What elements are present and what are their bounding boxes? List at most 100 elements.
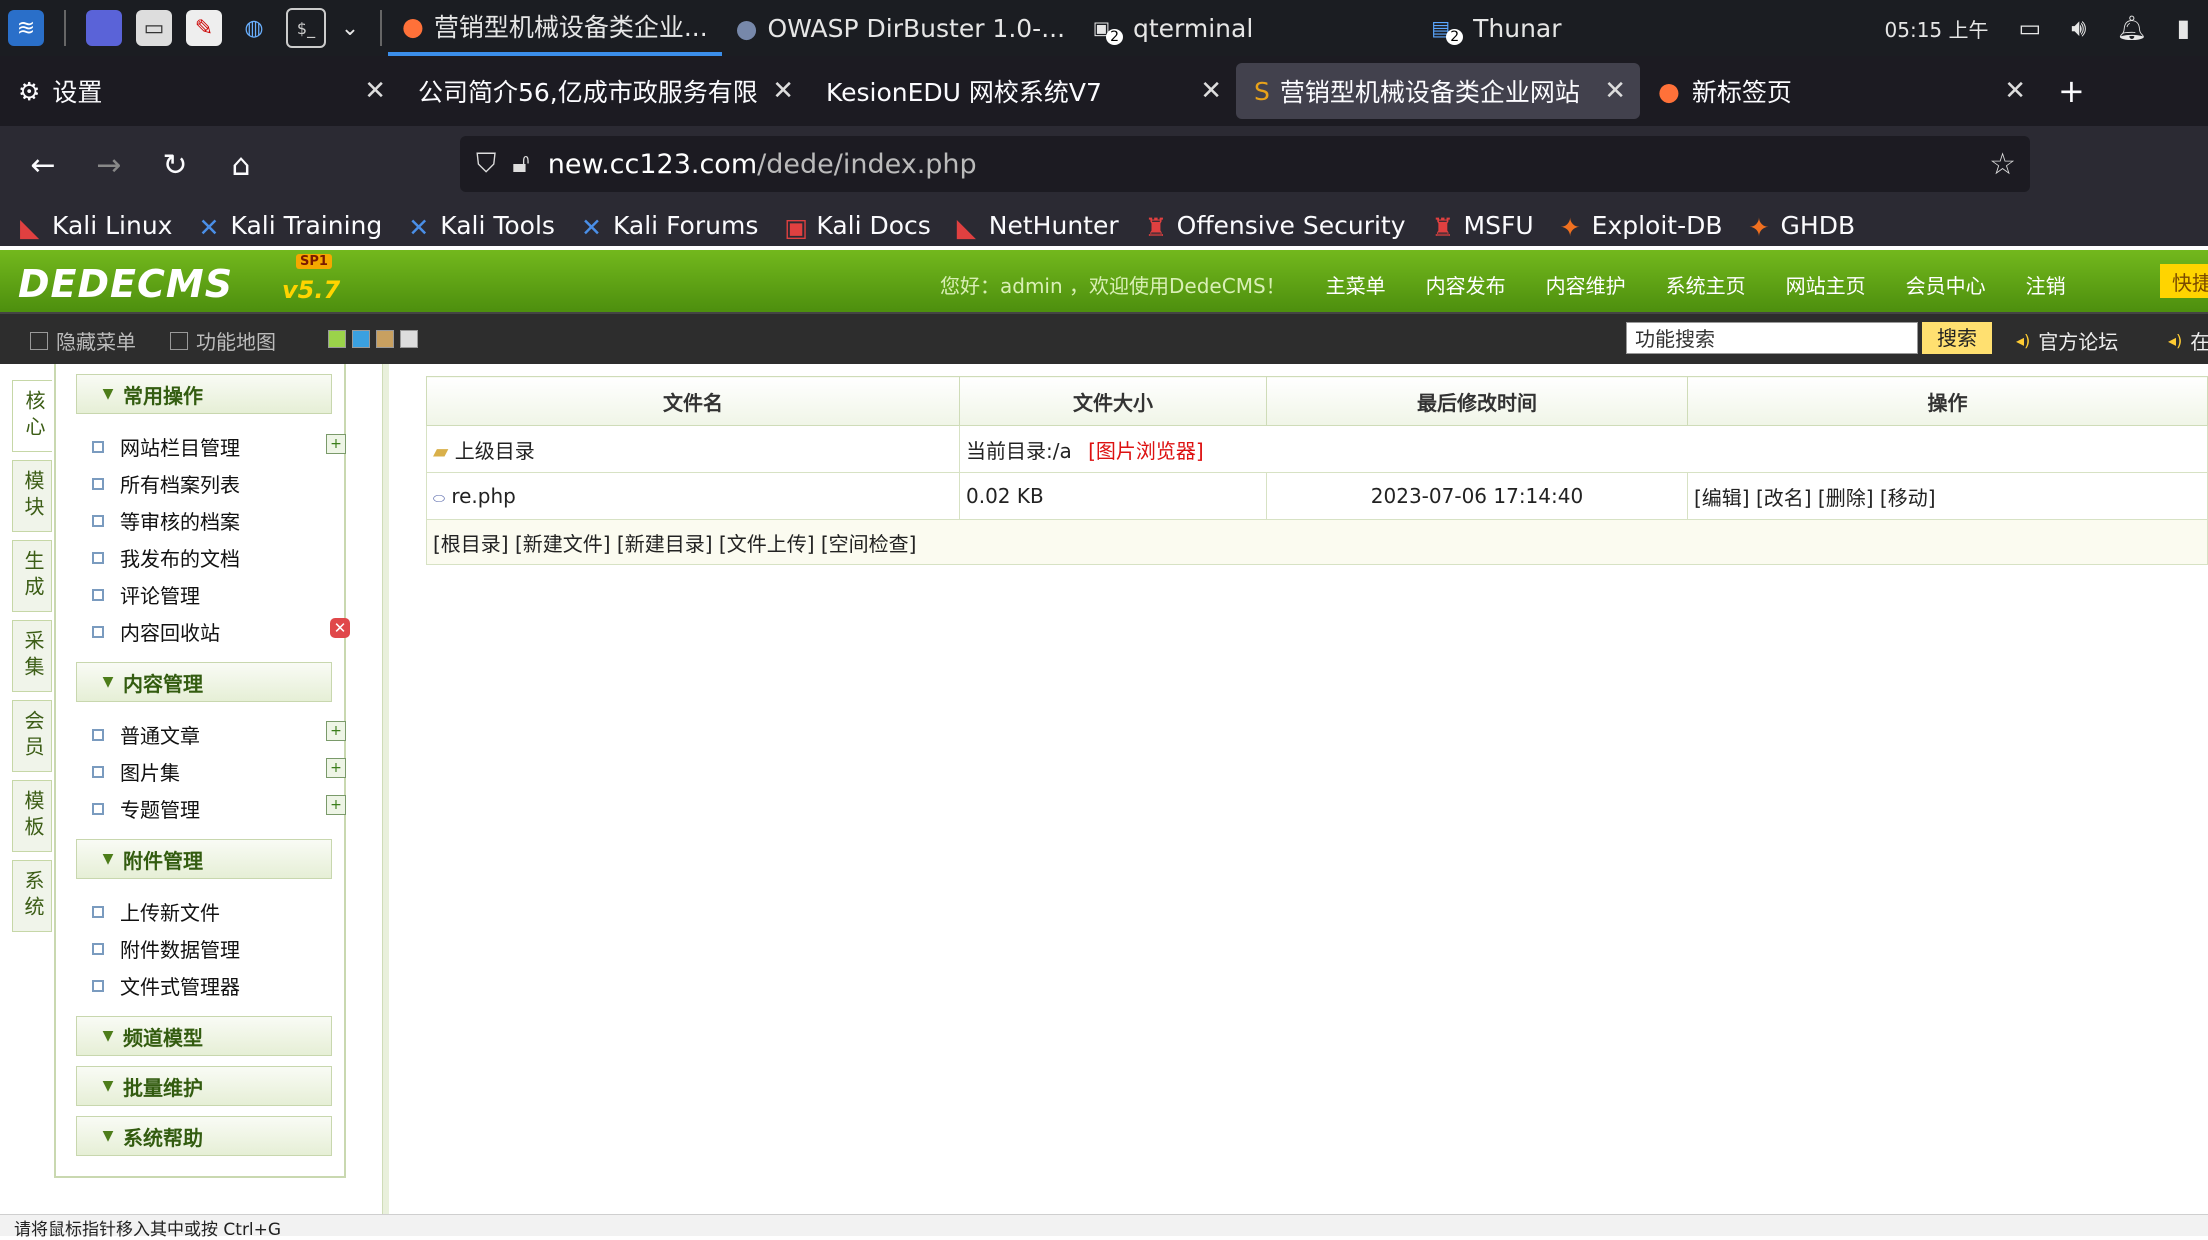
menu-item-topic-manage[interactable]: 专题管理: [92, 794, 200, 823]
menu-item-comment-manage[interactable]: 评论管理: [92, 580, 200, 609]
footer-actions[interactable]: [根目录] [新建文件] [新建目录] [文件上传] [空间检查]: [426, 519, 2208, 565]
menu-item-article[interactable]: 普通文章: [92, 720, 200, 749]
chevron-down-icon[interactable]: ⌄: [340, 10, 360, 46]
bookmark-offensive-security[interactable]: ♜ Offensive Security: [1145, 211, 1406, 243]
taskbar-window-qterminal[interactable]: ▣ 2 qterminal: [1079, 0, 1267, 56]
notification-bell-icon[interactable]: 🔔︎: [2116, 14, 2146, 42]
menu-item-recycle-bin[interactable]: 内容回收站: [92, 617, 220, 646]
file-name[interactable]: re.php: [451, 484, 516, 508]
bookmark-kali-docs[interactable]: ▣ Kali Docs: [784, 211, 930, 243]
hide-menu-button[interactable]: 隐藏菜单: [30, 326, 136, 355]
taskbar-window-dirbuster[interactable]: ● OWASP DirBuster 1.0-...: [722, 0, 1079, 56]
image-browser-link[interactable]: [图片浏览器]: [1088, 439, 1204, 463]
desktop-icon[interactable]: [86, 10, 122, 46]
home-button[interactable]: ⌂: [208, 148, 274, 183]
vtab-system[interactable]: 系统: [12, 860, 52, 932]
group-attachment-manage[interactable]: ▼ 附件管理: [76, 839, 332, 879]
close-icon[interactable]: ✕: [2004, 76, 2026, 106]
nav-logout[interactable]: 注销: [2026, 270, 2066, 299]
group-channel-model[interactable]: ▼ 频道模型: [76, 1016, 332, 1056]
group-system-help[interactable]: ▼ 系统帮助: [76, 1116, 332, 1156]
skin-brown-button[interactable]: [376, 330, 394, 348]
official-forum-link[interactable]: ◂) 官方论坛: [2016, 326, 2118, 355]
panel-splitter[interactable]: [382, 364, 389, 1214]
menu-item-file-manager[interactable]: 文件式管理器: [92, 971, 240, 1000]
file-operations[interactable]: [编辑] [改名] [删除] [移动]: [1687, 472, 2208, 520]
close-icon[interactable]: ✕: [364, 76, 386, 106]
delete-icon[interactable]: ✕: [330, 618, 350, 638]
nav-system-home[interactable]: 系统主页: [1666, 270, 1746, 299]
add-icon[interactable]: +: [326, 721, 346, 741]
back-button[interactable]: ←: [10, 148, 76, 183]
menu-item-all-archives[interactable]: 所有档案列表: [92, 469, 240, 498]
insecure-lock-icon[interactable]: 🔓︎: [512, 148, 530, 180]
taskbar-window-thunar[interactable]: ▤ 2 Thunar: [1417, 0, 1575, 56]
function-search-input[interactable]: 功能搜索: [1626, 322, 1918, 354]
kali-menu-icon[interactable]: ≋: [8, 10, 44, 46]
function-map-button[interactable]: 功能地图: [170, 326, 276, 355]
tab-company-intro[interactable]: 公司简介56,亿成市政服务有限 ✕: [400, 63, 808, 119]
search-button[interactable]: 搜索: [1922, 322, 1992, 354]
url-bar[interactable]: ⛉ 🔓︎ new.cc123.com /dede/index.php ☆: [460, 136, 2030, 192]
bookmark-msfu[interactable]: ♜ MSFU: [1432, 211, 1534, 243]
bookmark-nethunter[interactable]: ◣ NetHunter: [957, 211, 1119, 243]
nav-site-home[interactable]: 网站主页: [1786, 270, 1866, 299]
tab-machinery-site[interactable]: S 营销型机械设备类企业网站 ✕: [1236, 63, 1640, 119]
tab-kesionedu[interactable]: KesionEDU 网校系统V7 ✕: [808, 63, 1236, 119]
browser-icon[interactable]: ◍: [236, 10, 272, 46]
quick-menu-button[interactable]: 快捷: [2160, 264, 2208, 298]
group-content-manage[interactable]: ▼ 内容管理: [76, 662, 332, 702]
file-name-cell[interactable]: ⬭ re.php: [426, 472, 960, 520]
nav-member-center[interactable]: 会员中心: [1906, 270, 1986, 299]
menu-item-upload-file[interactable]: 上传新文件: [92, 897, 220, 926]
skin-blue-button[interactable]: [352, 330, 370, 348]
lock-icon[interactable]: ▮: [2177, 14, 2190, 42]
close-icon[interactable]: ✕: [1200, 76, 1222, 106]
close-icon[interactable]: ✕: [1604, 76, 1626, 106]
bookmark-star-icon[interactable]: ☆: [1989, 147, 2016, 182]
nav-main-menu[interactable]: 主菜单: [1326, 270, 1386, 299]
new-tab-button[interactable]: +: [2040, 63, 2100, 119]
taskbar-window-firefox[interactable]: ● 营销型机械设备类企业...: [388, 0, 722, 56]
display-icon[interactable]: ▭: [2019, 14, 2042, 42]
online-link[interactable]: ◂) 在: [2168, 326, 2208, 355]
file-manager-icon[interactable]: ▭: [136, 10, 172, 46]
close-icon[interactable]: ✕: [772, 76, 794, 106]
vtab-member[interactable]: 会员: [12, 700, 52, 772]
parent-dir-cell[interactable]: ▰ 上级目录: [426, 425, 960, 473]
bookmark-kali-training[interactable]: ✕ Kali Training: [198, 211, 382, 243]
add-icon[interactable]: +: [326, 795, 346, 815]
menu-item-my-documents[interactable]: 我发布的文档: [92, 543, 240, 572]
bookmark-ghdb[interactable]: ✦ GHDB: [1749, 211, 1856, 243]
group-batch-maintain[interactable]: ▼ 批量维护: [76, 1066, 332, 1106]
nav-content-publish[interactable]: 内容发布: [1426, 270, 1506, 299]
terminal-icon[interactable]: $_: [286, 8, 326, 48]
vtab-module[interactable]: 模块: [12, 460, 52, 532]
bookmark-kali-forums[interactable]: ✕ Kali Forums: [581, 211, 758, 243]
skin-green-button[interactable]: [328, 330, 346, 348]
forward-button[interactable]: →: [76, 148, 142, 183]
vtab-core[interactable]: 核心: [12, 380, 52, 452]
tab-settings[interactable]: ⚙ 设置 ✕: [0, 63, 400, 119]
reload-button[interactable]: ↻: [142, 148, 208, 183]
add-icon[interactable]: +: [326, 758, 346, 778]
group-common-operations[interactable]: ▼ 常用操作: [76, 374, 332, 414]
text-editor-icon[interactable]: ✎: [186, 10, 222, 46]
vtab-generate[interactable]: 生成: [12, 540, 52, 612]
skin-gray-button[interactable]: [400, 330, 418, 348]
volume-icon[interactable]: 🔊︎: [2071, 14, 2086, 42]
add-icon[interactable]: +: [326, 434, 346, 454]
clock[interactable]: 05:15 上午: [1885, 14, 1989, 43]
nav-content-maintain[interactable]: 内容维护: [1546, 270, 1626, 299]
menu-item-attachment-data[interactable]: 附件数据管理: [92, 934, 240, 963]
bookmark-kali-tools[interactable]: ✕ Kali Tools: [408, 211, 555, 243]
vtab-collect[interactable]: 采集: [12, 620, 52, 692]
menu-item-image-set[interactable]: 图片集: [92, 757, 180, 786]
menu-item-pending-archives[interactable]: 等审核的档案: [92, 506, 240, 535]
shield-icon[interactable]: ⛉: [476, 148, 496, 180]
tab-new-tab[interactable]: ● 新标签页 ✕: [1640, 63, 2040, 119]
menu-item-column-manage[interactable]: 网站栏目管理: [92, 432, 240, 461]
parent-dir-link[interactable]: 上级目录: [455, 439, 535, 463]
bookmark-exploit-db[interactable]: ✦ Exploit-DB: [1560, 211, 1723, 243]
bookmark-kali-linux[interactable]: ◣ Kali Linux: [20, 211, 172, 243]
